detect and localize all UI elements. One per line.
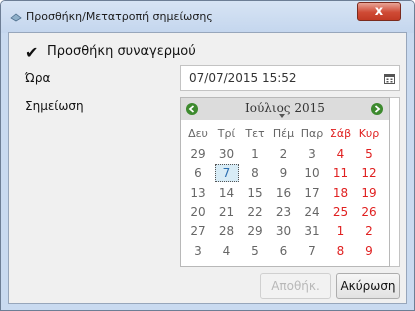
arrow-right-icon (374, 105, 381, 113)
calendar-day[interactable]: 3 (300, 145, 324, 163)
month-year-label[interactable]: Ιούλιος 2015 (245, 101, 325, 115)
cancel-button[interactable]: Ακύρωση (336, 273, 400, 299)
calendar-day[interactable]: 4 (329, 145, 353, 163)
calendar-day[interactable]: 10 (300, 164, 324, 182)
datetime-value: 07/07/2015 15:52 (189, 71, 297, 85)
calendar-day[interactable]: 20 (186, 203, 210, 221)
calendar-day[interactable]: 9 (272, 164, 296, 182)
weekday-header: Παρ (300, 127, 324, 140)
calendar-day[interactable]: 7 (214, 164, 239, 183)
calendar-day[interactable]: 2 (357, 222, 381, 240)
arrow-left-icon (188, 105, 195, 113)
calendar-day[interactable]: 7 (300, 242, 324, 260)
weekday-header: Τρί (217, 127, 236, 140)
datetime-field[interactable]: 07/07/2015 15:52 (180, 65, 400, 91)
calendar-day[interactable]: 8 (329, 242, 353, 260)
month-dropdown-icon[interactable] (279, 114, 285, 118)
prev-month-button[interactable] (186, 103, 198, 115)
weekday-header: Κυρ (358, 127, 380, 140)
weekday-header: Δευ (188, 127, 208, 140)
calendar-day[interactable]: 22 (243, 203, 267, 221)
calendar-day[interactable]: 15 (243, 184, 267, 202)
calendar-day[interactable]: 26 (357, 203, 381, 221)
window-title: Προσθήκη/Μετατροπή σημείωσης (26, 10, 213, 23)
calendar-day[interactable]: 11 (329, 164, 353, 182)
calendar-day[interactable]: 30 (272, 222, 296, 240)
checkmark-icon: ✔ (25, 43, 39, 62)
calendar-day[interactable]: 23 (272, 203, 296, 221)
calendar-day[interactable]: 12 (357, 164, 381, 182)
close-button[interactable]: x (357, 2, 401, 21)
calendar-day[interactable]: 14 (215, 184, 239, 202)
calendar-day[interactable]: 29 (186, 145, 210, 163)
calendar-day[interactable]: 4 (215, 242, 239, 260)
calendar-day[interactable]: 18 (329, 184, 353, 202)
calendar-day[interactable]: 16 (272, 184, 296, 202)
calendar-day[interactable]: 27 (186, 222, 210, 240)
save-button[interactable]: Αποθήκ. (260, 273, 331, 299)
app-icon (10, 13, 22, 22)
calendar-day[interactable]: 6 (186, 164, 210, 182)
calendar-day[interactable]: 19 (357, 184, 381, 202)
calendar-popup: Ιούλιος 2015 Δευ Τρί Τετ Πέμ Παρ Σάβ Κυρ 29 30 1 2… (180, 97, 390, 267)
calendar-day[interactable]: 13 (186, 184, 210, 202)
weekday-header: Σάβ (329, 127, 352, 140)
calendar-header: Ιούλιος 2015 (181, 98, 389, 120)
calendar-day[interactable]: 1 (329, 222, 353, 240)
calendar-day[interactable]: 2 (272, 145, 296, 163)
calendar-day[interactable]: 17 (300, 184, 324, 202)
calendar-day[interactable]: 30 (215, 145, 239, 163)
calendar-day[interactable]: 9 (357, 242, 381, 260)
calendar-day[interactable]: 6 (272, 242, 296, 260)
weekday-header: Τετ (245, 127, 265, 140)
calendar-day[interactable]: 21 (215, 203, 239, 221)
calendar-day[interactable]: 5 (243, 242, 267, 260)
calendar-day[interactable]: 24 (300, 203, 324, 221)
alarm-checkbox-label: Προσθήκη συναγερμού (47, 44, 196, 59)
title-bar[interactable]: Προσθήκη/Μετατροπή σημείωσης x (1, 1, 414, 33)
calendar-day[interactable]: 28 (215, 222, 239, 240)
weekday-header: Πέμ (272, 127, 295, 140)
calendar-icon[interactable] (384, 73, 395, 84)
dialog-body: ✔ Προσθήκη συναγερμού Ώρα Σημείωση 07/07… (8, 32, 407, 304)
calendar-day[interactable]: 3 (186, 242, 210, 260)
time-label: Ώρα (25, 71, 51, 85)
calendar-day[interactable]: 31 (300, 222, 324, 240)
calendar-day[interactable]: 1 (243, 145, 267, 163)
dialog-window: Προσθήκη/Μετατροπή σημείωσης x ✔ Προσθήκ… (0, 0, 415, 311)
calendar-day[interactable]: 29 (243, 222, 267, 240)
close-icon: x (374, 4, 384, 19)
next-month-button[interactable] (371, 103, 383, 115)
calendar-day[interactable]: 5 (357, 145, 381, 163)
note-label: Σημείωση (25, 99, 84, 113)
calendar-day[interactable]: 8 (243, 164, 267, 182)
calendar-day[interactable]: 25 (329, 203, 353, 221)
